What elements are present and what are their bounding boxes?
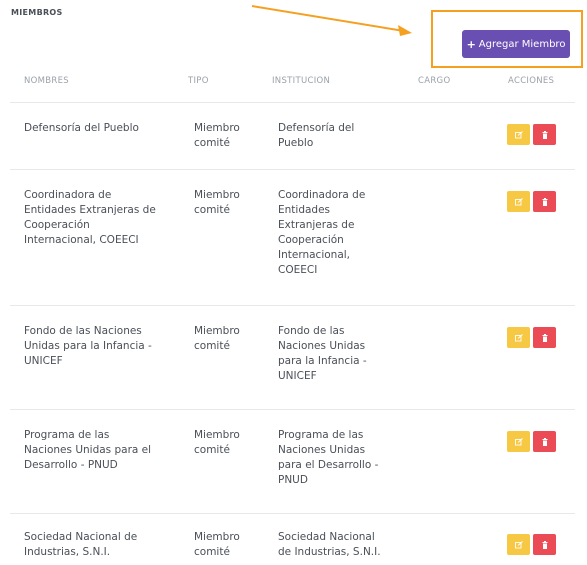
member-institution: Sociedad Nacional de Industrias, S.N.I. <box>278 531 381 558</box>
table-row: Fondo de las Naciones Unidas para la Inf… <box>10 305 575 409</box>
edit-icon <box>514 130 523 138</box>
plus-icon: + <box>466 37 476 51</box>
column-header-tipo: TIPO <box>188 76 209 86</box>
edit-button[interactable] <box>507 534 530 555</box>
edit-button[interactable] <box>507 191 530 212</box>
member-name: Defensoría del Pueblo <box>24 122 139 134</box>
trash-icon <box>542 437 547 446</box>
member-name: Programa de las Naciones Unidas para el … <box>24 429 152 471</box>
member-name: Fondo de las Naciones Unidas para la Inf… <box>24 325 152 367</box>
add-member-label: Agregar Miembro <box>478 38 566 50</box>
member-type: Miembro comité <box>194 325 240 352</box>
table-row: Defensoría del Pueblo Miembro comité Def… <box>10 102 575 169</box>
delete-button[interactable] <box>533 191 556 212</box>
row-actions <box>507 431 556 452</box>
edit-icon <box>514 540 523 548</box>
table-row: Coordinadora de Entidades Extranjeras de… <box>10 169 575 305</box>
member-institution: Programa de las Naciones Unidas para el … <box>278 429 379 486</box>
delete-button[interactable] <box>533 327 556 348</box>
edit-button[interactable] <box>507 327 530 348</box>
member-institution: Coordinadora de Entidades Extranjeras de… <box>278 189 366 276</box>
member-name: Coordinadora de Entidades Extranjeras de… <box>24 189 156 246</box>
column-header-nombres: NOMBRES <box>24 76 69 86</box>
table-header: NOMBRES TIPO INSTITUCION CARGO ACCIONES <box>0 76 587 94</box>
member-name: Sociedad Nacional de Industrias, S.N.I. <box>24 531 138 558</box>
delete-button[interactable] <box>533 431 556 452</box>
member-type: Miembro comité <box>194 531 240 558</box>
member-type: Miembro comité <box>194 122 240 149</box>
row-actions <box>507 534 556 555</box>
row-actions <box>507 327 556 348</box>
delete-button[interactable] <box>533 124 556 145</box>
trash-icon <box>542 130 547 139</box>
row-actions <box>507 124 556 145</box>
column-header-cargo: CARGO <box>418 76 451 86</box>
edit-icon <box>514 437 523 445</box>
trash-icon <box>542 333 547 342</box>
members-page: MIEMBROS + Agregar Miembro NOMBRES TIPO … <box>0 0 587 565</box>
edit-icon <box>514 197 523 205</box>
column-header-acciones: ACCIONES <box>508 76 555 86</box>
member-institution: Fondo de las Naciones Unidas para la Inf… <box>278 325 367 382</box>
table-row: Programa de las Naciones Unidas para el … <box>10 409 575 513</box>
section-title: MIEMBROS <box>11 8 63 17</box>
member-type: Miembro comité <box>194 429 240 456</box>
column-header-institucion: INSTITUCION <box>272 76 331 86</box>
edit-button[interactable] <box>507 431 530 452</box>
member-type: Miembro comité <box>194 189 240 216</box>
member-institution: Defensoría del Pueblo <box>278 122 355 149</box>
table-row: Sociedad Nacional de Industrias, S.N.I. … <box>10 513 575 565</box>
edit-icon <box>514 333 523 341</box>
edit-button[interactable] <box>507 124 530 145</box>
trash-icon <box>542 540 547 549</box>
trash-icon <box>542 197 547 206</box>
add-member-button[interactable]: + Agregar Miembro <box>462 30 570 58</box>
row-actions <box>507 191 556 212</box>
delete-button[interactable] <box>533 534 556 555</box>
